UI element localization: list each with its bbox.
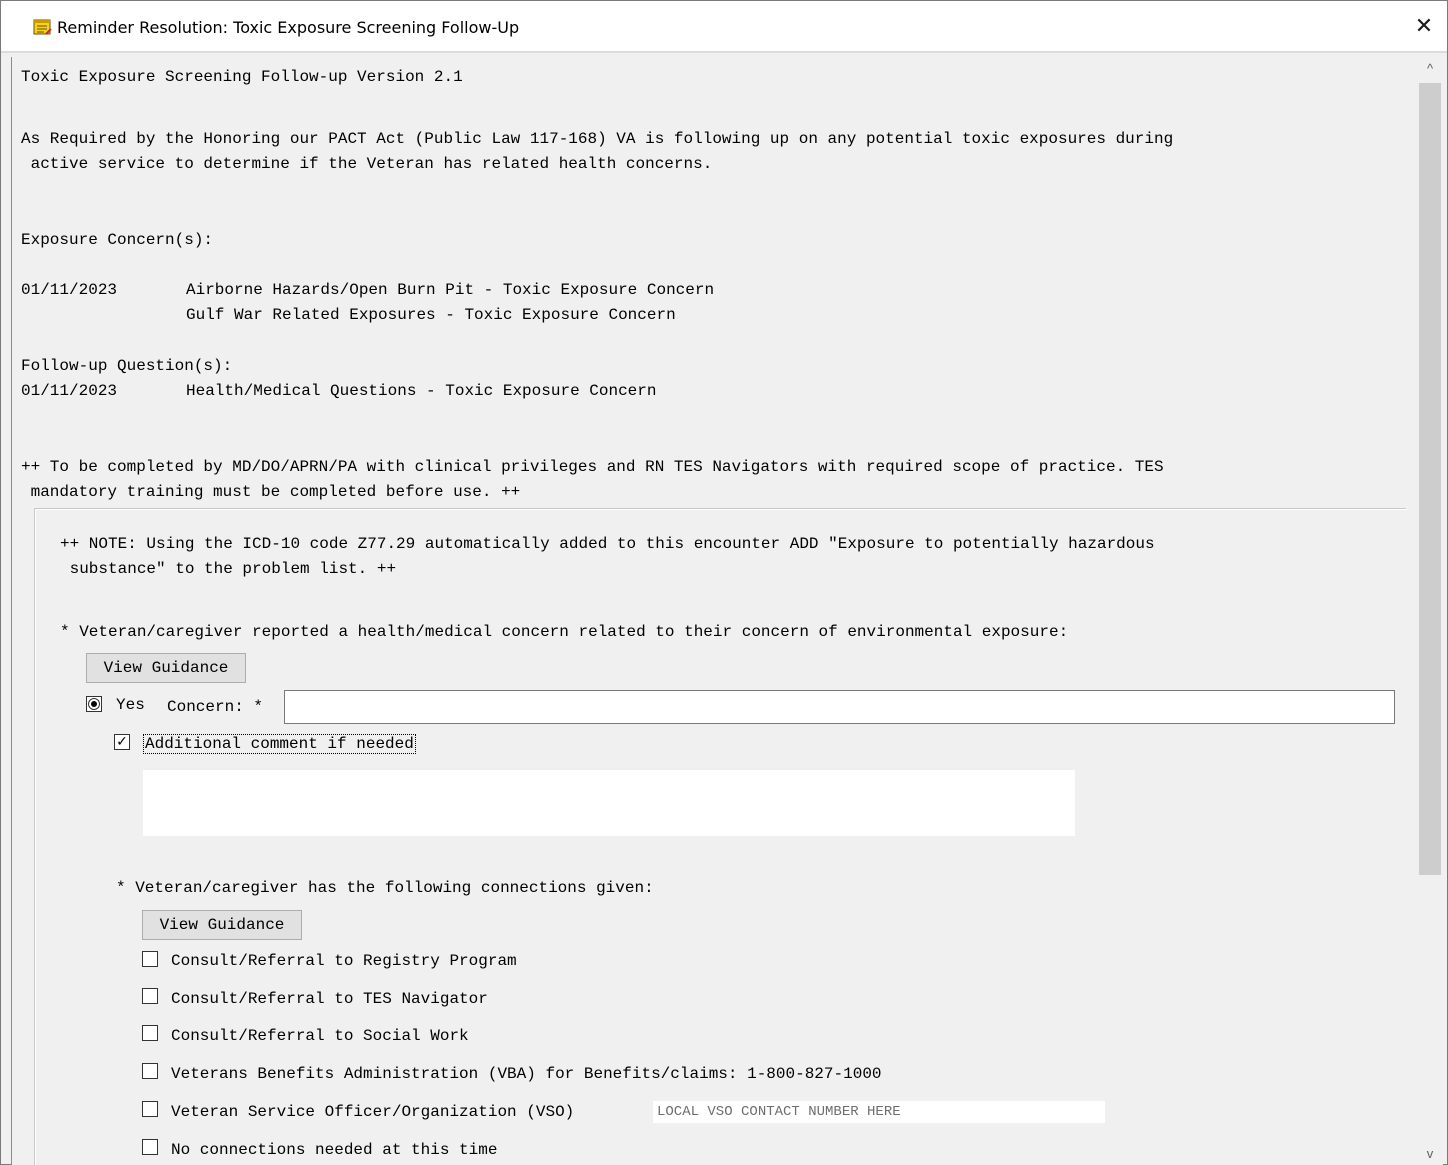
vso-checkbox[interactable] <box>142 1101 158 1117</box>
registry-program-checkbox[interactable] <box>142 951 158 967</box>
followup-item: Health/Medical Questions - Toxic Exposur… <box>186 382 657 400</box>
health-concern-group: ++ NOTE: Using the ICD-10 code Z77.29 au… <box>35 509 1407 1165</box>
view-guidance-button[interactable]: View Guidance <box>86 653 246 683</box>
scroll-up-arrow-icon[interactable]: ^ <box>1417 57 1443 81</box>
close-icon[interactable]: ✕ <box>1407 11 1441 43</box>
view-guidance-button[interactable]: View Guidance <box>142 910 302 940</box>
exposure-item: Airborne Hazards/Open Burn Pit - Toxic E… <box>186 281 715 299</box>
vba-label[interactable]: Veterans Benefits Administration (VBA) f… <box>171 1062 882 1087</box>
health-concern-question: * Veteran/caregiver reported a health/me… <box>60 623 1069 641</box>
scroll-down-arrow-icon[interactable]: v <box>1417 1142 1443 1165</box>
yes-radio[interactable] <box>86 696 102 712</box>
concern-label: Concern: * <box>167 698 264 716</box>
window-title: Reminder Resolution: Toxic Exposure Scre… <box>57 18 520 37</box>
followup-date: 01/11/2023 <box>21 382 118 400</box>
vso-contact-input[interactable]: LOCAL VSO CONTACT NUMBER HERE <box>653 1101 1105 1123</box>
concern-input[interactable] <box>284 690 1395 724</box>
title-bar[interactable]: Reminder Resolution: Toxic Exposure Scre… <box>1 1 1447 53</box>
exposure-concerns-heading: Exposure Concern(s): <box>21 231 214 249</box>
reminder-dialog-window: Reminder Resolution: Toxic Exposure Scre… <box>0 0 1448 1165</box>
version-line: Toxic Exposure Screening Follow-up Versi… <box>21 68 463 86</box>
vertical-scrollbar[interactable]: ^ v <box>1417 57 1443 1165</box>
tes-navigator-label[interactable]: Consult/Referral to TES Navigator <box>171 987 488 1012</box>
yes-label[interactable]: Yes <box>116 693 145 718</box>
followup-heading: Follow-up Question(s): <box>21 357 233 375</box>
additional-comment-textarea[interactable] <box>143 770 1075 836</box>
tes-navigator-checkbox[interactable] <box>142 988 158 1004</box>
no-connections-label[interactable]: No connections needed at this time <box>171 1138 497 1163</box>
vba-checkbox[interactable] <box>142 1063 158 1079</box>
intro-line-2: active service to determine if the Veter… <box>21 155 713 173</box>
icd-note-line-1: ++ NOTE: Using the ICD-10 code Z77.29 au… <box>60 535 1155 553</box>
reminder-notepad-icon <box>33 19 52 35</box>
registry-program-label[interactable]: Consult/Referral to Registry Program <box>171 949 517 974</box>
additional-comment-checkbox[interactable]: ✓ <box>114 734 130 750</box>
exposure-item: Gulf War Related Exposures - Toxic Expos… <box>186 306 676 324</box>
connections-question: * Veteran/caregiver has the following co… <box>116 879 654 897</box>
scroll-thumb[interactable] <box>1419 83 1441 875</box>
completion-note-line-2: mandatory training must be completed bef… <box>21 483 521 501</box>
completion-note-line-1: ++ To be completed by MD/DO/APRN/PA with… <box>21 458 1164 476</box>
vso-label[interactable]: Veteran Service Officer/Organization (VS… <box>171 1100 574 1125</box>
additional-comment-label[interactable]: Additional comment if needed <box>143 732 416 757</box>
exposure-date: 01/11/2023 <box>21 281 118 299</box>
social-work-checkbox[interactable] <box>142 1025 158 1041</box>
social-work-label[interactable]: Consult/Referral to Social Work <box>171 1024 469 1049</box>
icd-note-line-2: substance" to the problem list. ++ <box>60 560 397 578</box>
additional-comment-label-text[interactable]: Additional comment if needed <box>143 734 416 754</box>
intro-line-1: As Required by the Honoring our PACT Act… <box>21 130 1174 148</box>
no-connections-checkbox[interactable] <box>142 1139 158 1155</box>
